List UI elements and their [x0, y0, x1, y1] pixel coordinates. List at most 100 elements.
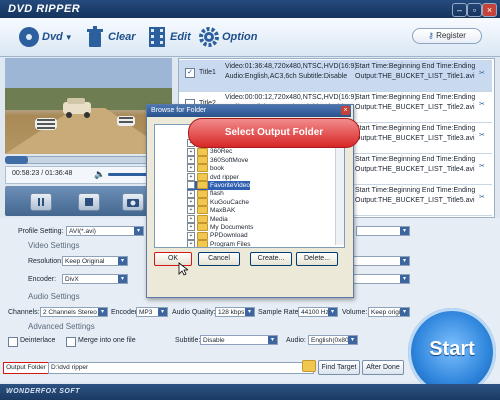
expand-icon[interactable]: + — [187, 189, 195, 198]
scissors-icon[interactable]: ✂ — [479, 131, 485, 139]
audio-track-label: Audio: — [286, 337, 306, 344]
expand-icon[interactable]: + — [187, 147, 195, 156]
scissors-icon[interactable]: ✂ — [479, 162, 485, 170]
expand-icon[interactable]: + — [187, 206, 195, 215]
create-button[interactable]: Create... — [250, 252, 292, 266]
title-media-info: Video:01:36:48,720x480,NTSC,HVD(16:9) Aud… — [225, 62, 357, 82]
folder-icon — [197, 181, 208, 190]
folder-tree-label: book — [210, 165, 225, 173]
video-param-select-2[interactable] — [352, 274, 410, 284]
camera-icon — [127, 199, 139, 207]
title-output-file: Output:THE_BUCKET_LIST_Title4.avi — [355, 166, 475, 173]
register-button[interactable]: ⚷ Register — [412, 28, 482, 44]
audio-quality-label: Audio Quality: — [172, 309, 216, 316]
title-time-range: Start Time:Beginning End Time:Ending — [355, 94, 476, 101]
sample-rate-select[interactable]: 44100 Hz — [298, 307, 338, 317]
channels-label: Channels: — [8, 309, 40, 316]
scissors-icon[interactable]: ✂ — [479, 69, 485, 77]
start-button-label: Start — [429, 338, 475, 360]
title-video-info: Video:01:36:48,720x480,NTSC,HVD(16:9) — [225, 63, 357, 70]
expand-icon[interactable]: + — [187, 240, 195, 247]
edit-button[interactable]: Edit — [146, 22, 191, 52]
expand-icon[interactable]: + — [187, 181, 195, 190]
advanced-settings-heading: Advanced Settings — [28, 322, 95, 331]
video-encoder-select[interactable]: DivX — [62, 274, 128, 284]
expand-icon[interactable]: + — [187, 231, 195, 240]
deinterlace-checkbox[interactable] — [8, 337, 18, 347]
expand-icon[interactable]: + — [187, 214, 195, 223]
cancel-button[interactable]: Cancel — [198, 252, 240, 266]
audio-quality-select[interactable]: 128 kbps — [215, 307, 255, 317]
title-audio-info: Audio:English,AC3,6ch Subtitle:Disable — [225, 73, 348, 80]
stop-button[interactable] — [78, 193, 100, 211]
title-output-file: Output:THE_BUCKET_LIST_Title1.avi — [355, 73, 475, 80]
gear-icon — [198, 25, 220, 49]
trash-icon — [84, 25, 106, 49]
folder-tree-label: 360Rec — [210, 148, 233, 156]
title-output-info: Start Time:Beginning End Time:Ending Outp… — [355, 186, 475, 206]
browse-folder-icon[interactable] — [302, 360, 316, 372]
audio-settings-heading: Audio Settings — [28, 292, 80, 301]
audio-encoder-select[interactable]: MP3 — [136, 307, 168, 317]
chevron-down-icon[interactable]: ▼ — [65, 33, 73, 42]
folder-tree-label: PPDownload — [210, 232, 248, 240]
pause-button[interactable] — [30, 193, 52, 211]
close-button[interactable]: × — [482, 3, 497, 17]
folder-tree-label: Program Files — [210, 240, 251, 248]
volume-icon[interactable]: 🔈 — [94, 169, 105, 180]
delete-button[interactable]: Delete... — [296, 252, 338, 266]
expand-icon[interactable]: + — [187, 156, 195, 165]
video-param-select-1[interactable] — [352, 256, 410, 266]
edit-button-label: Edit — [170, 31, 191, 43]
subtitle-label: Subtitle: — [175, 337, 201, 344]
folder-tree-label: My Documents — [210, 224, 254, 231]
folder-tree-label: Media — [210, 215, 228, 223]
expand-icon[interactable]: + — [187, 164, 195, 173]
title-row[interactable]: ✓ Title1 Video:01:36:48,720x480,NTSC,HVD(1… — [179, 60, 492, 92]
channels-select[interactable]: 2 Channels Stereo — [40, 307, 108, 317]
expand-icon[interactable]: + — [187, 172, 195, 181]
expand-icon[interactable]: + — [187, 223, 195, 232]
title-output-info: Start Time:Beginning End Time:Ending Outp… — [355, 93, 475, 113]
folder-tree-label: KuGouCache — [210, 198, 250, 206]
dialog-close-button[interactable]: × — [341, 106, 350, 115]
folder-tree-item[interactable]: + Program Files — [187, 240, 251, 248]
find-target-button[interactable]: Find Target — [318, 360, 360, 375]
title-output-info: Start Time:Beginning End Time:Ending Outp… — [355, 124, 475, 144]
folder-icon — [197, 198, 208, 207]
volume-label: Volume: — [342, 309, 368, 316]
subtitle-select[interactable]: Disable — [200, 335, 278, 345]
deinterlace-label: Deinterlace — [20, 337, 56, 344]
snapshot-button[interactable] — [122, 193, 144, 211]
title-name: Title1 — [199, 69, 216, 76]
volume-select[interactable]: Keep origina — [368, 307, 410, 317]
after-done-button[interactable]: After Done — [362, 360, 404, 375]
cursor-icon — [178, 262, 188, 276]
dvd-button[interactable]: Dvd ▼ — [18, 22, 73, 52]
clear-button-label: Clear — [108, 31, 136, 43]
folder-icon — [197, 172, 208, 181]
clear-button[interactable]: Clear — [84, 22, 136, 52]
profile-setting-label: Profile Setting: — [18, 228, 64, 235]
scissors-icon[interactable]: ✂ — [479, 193, 485, 201]
expand-icon[interactable]: + — [187, 198, 195, 207]
profile-select-right[interactable] — [356, 226, 410, 236]
profile-select[interactable]: AVI(*.avi) — [66, 226, 144, 236]
folder-icon — [197, 223, 208, 232]
scissors-icon[interactable]: ✂ — [479, 100, 485, 108]
resolution-select[interactable]: Keep Original — [62, 256, 128, 266]
title-checkbox[interactable]: ✓ — [185, 68, 195, 78]
key-icon: ⚷ — [428, 31, 434, 40]
restore-button[interactable]: ▫ — [467, 3, 482, 17]
title-output-file: Output:THE_BUCKET_LIST_Title3.avi — [355, 135, 475, 142]
footer-brand: WONDERFOX SOFT — [6, 388, 80, 395]
merge-checkbox[interactable] — [66, 337, 76, 347]
title-output-file: Output:THE_BUCKET_LIST_Title5.avi — [355, 197, 475, 204]
option-button[interactable]: Option — [198, 22, 257, 52]
select-output-callout: Select Output Folder — [188, 118, 360, 148]
output-folder-path[interactable]: D:\dvd ripper — [48, 362, 314, 374]
film-icon — [146, 25, 168, 49]
audio-track-select[interactable]: English(0x80) — [308, 335, 358, 345]
folder-icon — [197, 156, 208, 165]
minimize-button[interactable]: – — [452, 3, 467, 17]
